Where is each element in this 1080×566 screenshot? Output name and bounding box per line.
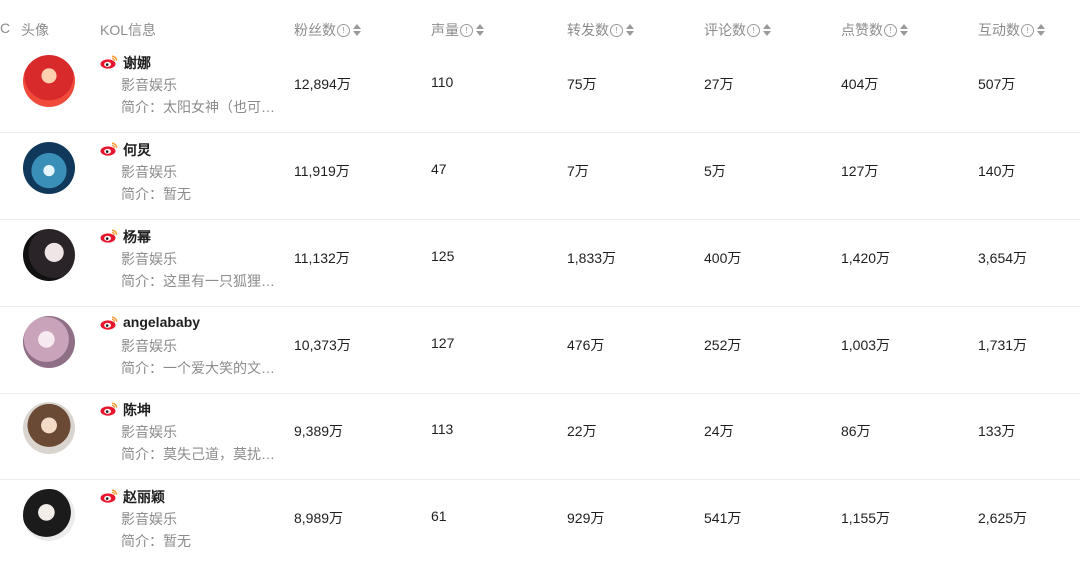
header-forwards[interactable]: 转发数 ! xyxy=(567,20,634,40)
kol-name[interactable]: 陈坤 xyxy=(123,400,151,420)
kol-bio: 简介：太阳女神（也可… xyxy=(121,99,275,115)
like-count: 404万 xyxy=(841,76,879,92)
voice-count: 113 xyxy=(431,421,454,437)
voice-count: 127 xyxy=(431,335,455,351)
sort-up-down-icon[interactable] xyxy=(626,23,634,37)
fans-count: 8,989万 xyxy=(294,510,344,526)
sort-up-down-icon[interactable] xyxy=(763,23,771,37)
like-count: 1,155万 xyxy=(841,510,891,526)
header-likes[interactable]: 点赞数 ! xyxy=(841,20,908,40)
header-interactions[interactable]: 互动数 ! xyxy=(978,20,1045,40)
kol-table: C 头像 KOL信息 粉丝数 ! 声量 ! 转发数 ! 评论数 ! 点赞数 ! … xyxy=(0,0,1080,565)
like-count: 127万 xyxy=(841,163,879,179)
forward-count: 7万 xyxy=(567,163,589,179)
voice-count: 61 xyxy=(431,508,447,524)
forward-count: 476万 xyxy=(567,337,605,353)
avatar[interactable] xyxy=(23,402,75,454)
fans-count: 10,373万 xyxy=(294,337,351,353)
like-count: 1,420万 xyxy=(841,250,891,266)
kol-name[interactable]: angelababy xyxy=(123,314,200,330)
avatar[interactable] xyxy=(23,142,75,194)
sort-up-down-icon[interactable] xyxy=(1037,23,1045,37)
table-row[interactable]: 赵丽颖 影音娱乐 简介：暂无 8,989万 61 929万 541万 1,155… xyxy=(0,480,1080,566)
kol-bio: 简介：莫失己道，莫扰… xyxy=(121,446,275,462)
header-voice[interactable]: 声量 ! xyxy=(431,20,484,40)
avatar[interactable] xyxy=(23,229,75,281)
weibo-icon xyxy=(100,55,118,69)
interaction-count: 2,625万 xyxy=(978,510,1028,526)
header-kol-info: KOL信息 xyxy=(100,22,157,38)
header-avatar: 头像 xyxy=(21,22,49,38)
header-fans[interactable]: 粉丝数 ! xyxy=(294,20,361,40)
voice-count: 47 xyxy=(431,161,447,177)
interaction-count: 507万 xyxy=(978,76,1016,92)
like-count: 86万 xyxy=(841,423,871,439)
header-comments[interactable]: 评论数 ! xyxy=(704,20,771,40)
comment-count: 5万 xyxy=(704,163,726,179)
fans-count: 11,919万 xyxy=(294,163,350,179)
table-row[interactable]: angelababy 影音娱乐 简介：一个爱大笑的文… 10,373万 127 … xyxy=(0,307,1080,394)
info-circle-icon[interactable]: ! xyxy=(610,23,623,37)
info-circle-icon[interactable]: ! xyxy=(1021,23,1034,37)
kol-category: 影音娱乐 xyxy=(121,511,177,527)
forward-count: 22万 xyxy=(567,423,597,439)
sort-up-down-icon[interactable] xyxy=(476,23,484,37)
kol-category: 影音娱乐 xyxy=(121,251,177,267)
table-row[interactable]: 杨幂 影音娱乐 简介：这里有一只狐狸… 11,132万 125 1,833万 4… xyxy=(0,220,1080,307)
voice-count: 125 xyxy=(431,248,455,264)
table-row[interactable]: 何炅 影音娱乐 简介：暂无 11,919万 47 7万 5万 127万 140万 xyxy=(0,133,1080,220)
kol-bio: 简介：一个爱大笑的文… xyxy=(121,360,275,376)
table-row[interactable]: 谢娜 影音娱乐 简介：太阳女神（也可… 12,894万 110 75万 27万 … xyxy=(0,46,1080,133)
kol-bio: 简介：这里有一只狐狸… xyxy=(121,273,275,289)
fans-count: 12,894万 xyxy=(294,76,351,92)
avatar[interactable] xyxy=(23,55,75,107)
avatar[interactable] xyxy=(23,316,75,368)
interaction-count: 3,654万 xyxy=(978,250,1028,266)
weibo-icon xyxy=(100,402,118,416)
info-circle-icon[interactable]: ! xyxy=(747,23,760,37)
kol-name[interactable]: 何炅 xyxy=(123,140,151,160)
comment-count: 541万 xyxy=(704,510,742,526)
info-circle-icon[interactable]: ! xyxy=(884,23,897,37)
forward-count: 75万 xyxy=(567,76,597,92)
comment-count: 252万 xyxy=(704,337,742,353)
weibo-icon xyxy=(100,229,118,243)
sort-up-down-icon[interactable] xyxy=(900,23,908,37)
kol-name[interactable]: 赵丽颖 xyxy=(123,487,165,507)
kol-name[interactable]: 谢娜 xyxy=(123,53,151,73)
comment-count: 24万 xyxy=(704,423,734,439)
sort-up-down-icon[interactable] xyxy=(353,23,361,37)
table-row[interactable]: 陈坤 影音娱乐 简介：莫失己道，莫扰… 9,389万 113 22万 24万 8… xyxy=(0,393,1080,480)
fans-count: 9,389万 xyxy=(294,423,344,439)
kol-category: 影音娱乐 xyxy=(121,424,177,440)
forward-count: 929万 xyxy=(567,510,605,526)
kol-name[interactable]: 杨幂 xyxy=(123,227,151,247)
info-circle-icon[interactable]: ! xyxy=(337,23,350,37)
interaction-count: 1,731万 xyxy=(978,337,1028,353)
clipped-left-column-header: C xyxy=(0,20,11,36)
forward-count: 1,833万 xyxy=(567,250,617,266)
weibo-icon xyxy=(100,142,118,156)
kol-category: 影音娱乐 xyxy=(121,338,177,354)
fans-count: 11,132万 xyxy=(294,250,350,266)
kol-category: 影音娱乐 xyxy=(121,77,177,93)
comment-count: 27万 xyxy=(704,76,734,92)
kol-bio: 简介：暂无 xyxy=(121,533,191,549)
weibo-icon xyxy=(100,316,118,330)
avatar[interactable] xyxy=(23,489,75,541)
weibo-icon xyxy=(100,489,118,503)
like-count: 1,003万 xyxy=(841,337,891,353)
interaction-count: 140万 xyxy=(978,163,1016,179)
interaction-count: 133万 xyxy=(978,423,1016,439)
kol-category: 影音娱乐 xyxy=(121,164,177,180)
comment-count: 400万 xyxy=(704,250,742,266)
info-circle-icon[interactable]: ! xyxy=(460,23,473,37)
voice-count: 110 xyxy=(431,74,454,90)
kol-bio: 简介：暂无 xyxy=(121,186,191,202)
